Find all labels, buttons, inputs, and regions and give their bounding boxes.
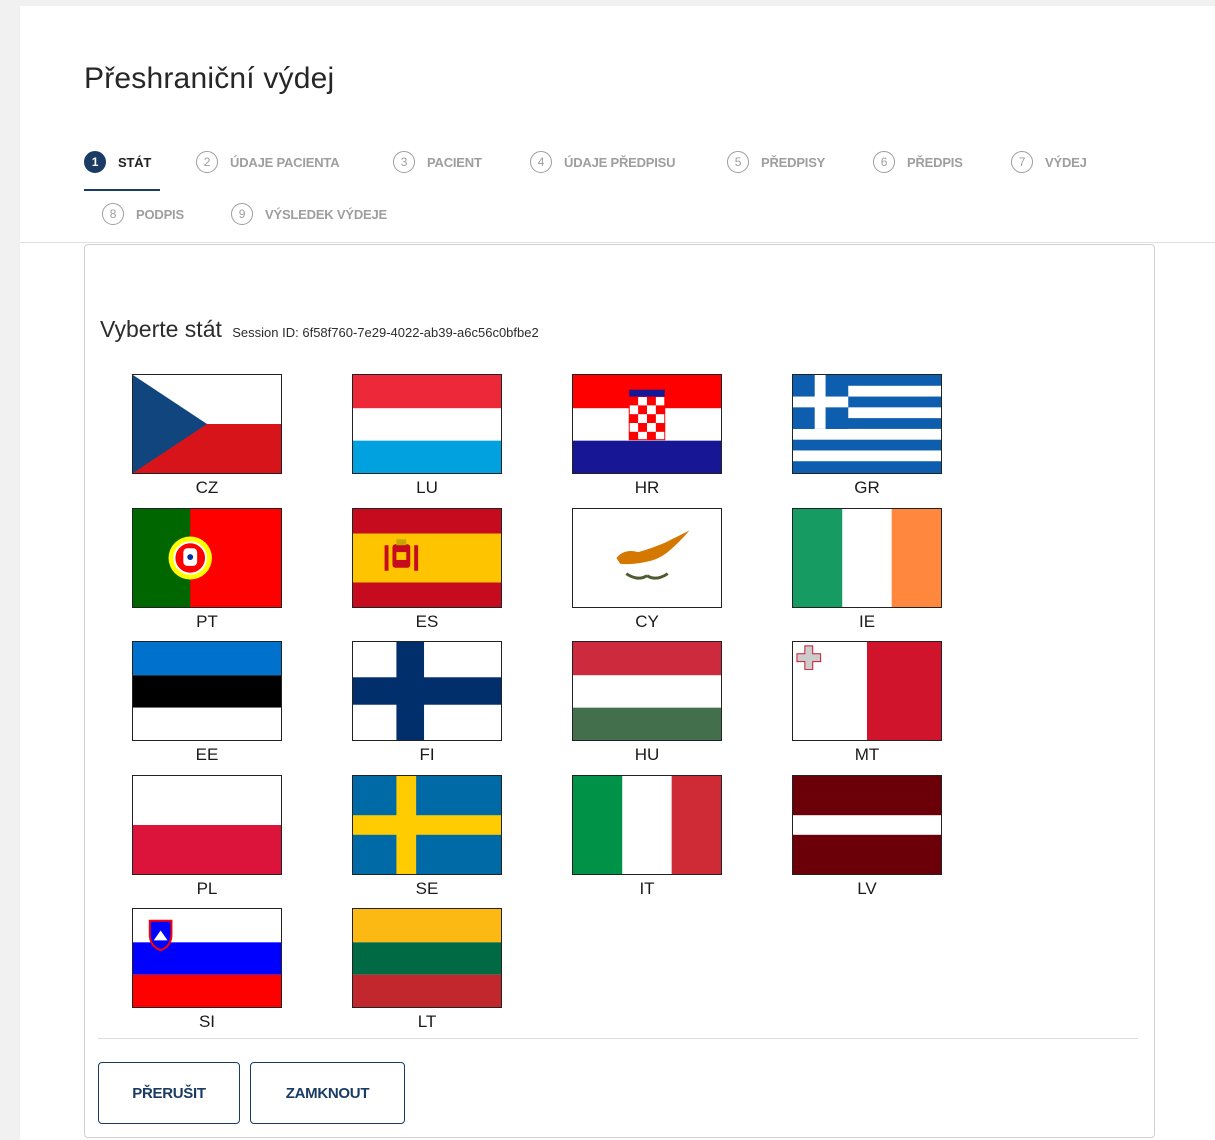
- country-option-es[interactable]: ES: [352, 508, 502, 631]
- top-strip: [0, 0, 1215, 6]
- flag-fi-icon: [352, 641, 502, 741]
- country-code: PT: [196, 612, 218, 631]
- step-patient-data[interactable]: 2 ÚDAJE PACIENTA: [196, 147, 340, 177]
- country-code: IE: [858, 612, 876, 631]
- country-code: SE: [415, 879, 439, 898]
- country-code: EE: [195, 745, 219, 764]
- left-strip: [0, 0, 20, 1140]
- country-option-cz[interactable]: CZ: [132, 374, 282, 497]
- flag-ie-icon: [792, 508, 942, 608]
- country-option-cy[interactable]: CY: [572, 508, 722, 631]
- country-option-hr[interactable]: HR: [572, 374, 722, 497]
- flag-es-icon: [352, 508, 502, 608]
- step-prescriptions[interactable]: 5 PŘEDPISY: [727, 147, 825, 177]
- country-code: LU: [416, 478, 438, 497]
- country-code: MT: [854, 745, 880, 764]
- step-number-9: 9: [231, 203, 253, 225]
- page-title: Přeshraniční výdej: [84, 62, 335, 95]
- header-divider: [20, 242, 1215, 243]
- step-number-6: 6: [873, 151, 895, 173]
- flag-cy-icon: [572, 508, 722, 608]
- flag-cz-icon: [132, 374, 282, 474]
- lock-button[interactable]: ZAMKNOUT: [250, 1062, 405, 1124]
- flag-mt-icon: [792, 641, 942, 741]
- step-label-signature: PODPIS: [136, 206, 184, 222]
- flag-lu-icon: [352, 374, 502, 474]
- flag-hu-icon: [572, 641, 722, 741]
- country-option-hu[interactable]: HU: [572, 641, 722, 764]
- step-label-prescription: PŘEDPIS: [907, 154, 963, 170]
- country-option-gr[interactable]: GR: [792, 374, 942, 497]
- flag-it-icon: [572, 775, 722, 875]
- country-code: CZ: [195, 478, 219, 497]
- country-option-ee[interactable]: EE: [132, 641, 282, 764]
- country-option-se[interactable]: SE: [352, 775, 502, 898]
- step-number-7: 7: [1011, 151, 1033, 173]
- country-option-mt[interactable]: MT: [792, 641, 942, 764]
- step-number-1: 1: [84, 151, 106, 173]
- country-option-fi[interactable]: FI: [352, 641, 502, 764]
- interrupt-button[interactable]: PŘERUŠIT: [98, 1062, 240, 1124]
- step-number-2: 2: [196, 151, 218, 173]
- section-heading: Vyberte stát Session ID: 6f58f760-7e29-4…: [100, 316, 539, 343]
- session-id: Session ID: 6f58f760-7e29-4022-ab39-a6c5…: [232, 325, 539, 340]
- country-code: IT: [639, 879, 655, 898]
- section-title: Vyberte stát: [100, 316, 222, 342]
- step-label-dispense: VÝDEJ: [1045, 154, 1087, 170]
- flag-si-icon: [132, 908, 282, 1008]
- step-number-4: 4: [530, 151, 552, 173]
- flag-gr-icon: [792, 374, 942, 474]
- country-option-pt[interactable]: PT: [132, 508, 282, 631]
- country-code: SI: [198, 1012, 216, 1031]
- country-code: HU: [634, 745, 660, 764]
- step-patient[interactable]: 3 PACIENT: [393, 147, 482, 177]
- country-code: HR: [634, 478, 660, 497]
- country-code: CY: [635, 612, 659, 631]
- step-signature[interactable]: 8 PODPIS: [102, 199, 184, 229]
- country-code: PL: [196, 879, 218, 898]
- flag-hr-icon: [572, 374, 722, 474]
- country-option-ie[interactable]: IE: [792, 508, 942, 631]
- country-option-si[interactable]: SI: [132, 908, 282, 1031]
- step-label-state: STÁT: [118, 154, 152, 170]
- step-dispense-result[interactable]: 9 VÝSLEDEK VÝDEJE: [231, 199, 387, 229]
- country-code: ES: [415, 612, 439, 631]
- card-divider: [98, 1038, 1138, 1039]
- country-option-lu[interactable]: LU: [352, 374, 502, 497]
- country-code: FI: [419, 745, 435, 764]
- flag-ee-icon: [132, 641, 282, 741]
- step-state[interactable]: 1 STÁT: [84, 147, 151, 177]
- country-option-it[interactable]: IT: [572, 775, 722, 898]
- flag-pt-icon: [132, 508, 282, 608]
- flag-lv-icon: [792, 775, 942, 875]
- step-label-dispense-result: VÝSLEDEK VÝDEJE: [265, 206, 387, 222]
- country-code: GR: [854, 478, 880, 497]
- flag-se-icon: [352, 775, 502, 875]
- step-number-8: 8: [102, 203, 124, 225]
- step-number-5: 5: [727, 151, 749, 173]
- step-label-patient: PACIENT: [427, 154, 482, 170]
- country-option-pl[interactable]: PL: [132, 775, 282, 898]
- step-prescription-data[interactable]: 4 ÚDAJE PŘEDPISU: [530, 147, 676, 177]
- flag-lt-icon: [352, 908, 502, 1008]
- step-number-3: 3: [393, 151, 415, 173]
- country-option-lt[interactable]: LT: [352, 908, 502, 1031]
- country-code: LV: [857, 879, 877, 898]
- flag-pl-icon: [132, 775, 282, 875]
- step-prescription[interactable]: 6 PŘEDPIS: [873, 147, 963, 177]
- step-dispense[interactable]: 7 VÝDEJ: [1011, 147, 1087, 177]
- step-label-patient-data: ÚDAJE PACIENTA: [230, 154, 340, 170]
- step-label-prescriptions: PŘEDPISY: [761, 154, 826, 170]
- active-step-indicator: [84, 189, 160, 191]
- step-label-prescription-data: ÚDAJE PŘEDPISU: [564, 154, 676, 170]
- country-code: LT: [417, 1012, 437, 1031]
- country-option-lv[interactable]: LV: [792, 775, 942, 898]
- app-root: Přeshraniční výdej 1 STÁT 2 ÚDAJE PACIEN…: [0, 0, 1215, 1140]
